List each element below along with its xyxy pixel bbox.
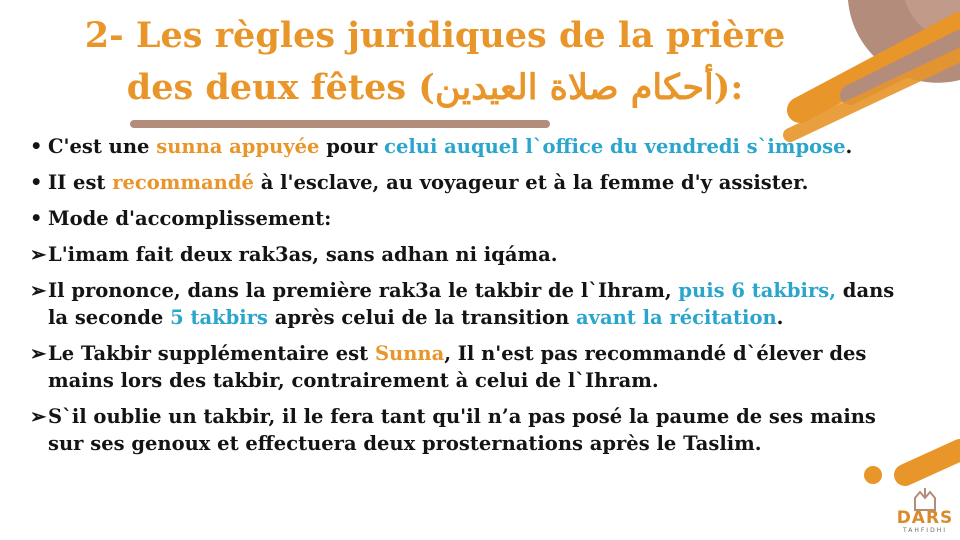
arrow-marker-icon: ➢ xyxy=(30,405,47,428)
title-line-2: des deux fêtes (أحكام صلاة العيدين): xyxy=(126,67,744,108)
title-line-1: 2- Les règles juridiques de la prière xyxy=(84,15,786,56)
bullet-list: • C'est une sunna appuyée pour celui auqu… xyxy=(30,133,910,466)
text-segment: Il prononce, dans la première rak3a le t… xyxy=(48,279,679,302)
bullet-marker: • xyxy=(30,171,43,194)
arrow-item: ➢ S`il oublie un takbir, il le fera tant… xyxy=(30,403,910,457)
text-segment: Le Takbir supplémentaire est xyxy=(48,342,375,365)
arrow-item: ➢ L'imam fait deux rak3as, sans adhan ni… xyxy=(30,241,910,268)
text-segment: avant la récitation xyxy=(576,306,777,329)
title-underline-bar xyxy=(130,120,550,128)
text-segment: puis 6 takbirs, xyxy=(678,279,837,302)
arrow-item: ➢ Le Takbir supplémentaire est Sunna, Il… xyxy=(30,340,910,394)
deco-bottom-stripe xyxy=(894,439,960,486)
text-segment: 5 takbirs xyxy=(170,306,268,329)
text-segment: II est xyxy=(48,171,113,194)
slide-title: 2- Les règles juridiques de la prière de… xyxy=(40,10,830,114)
text-segment: Mode d'accomplissement: xyxy=(48,207,332,230)
text-segment: C'est une xyxy=(48,135,157,158)
arrow-marker-icon: ➢ xyxy=(30,279,47,302)
bullet-item: • Mode d'accomplissement: xyxy=(30,205,910,232)
bullet-marker: • xyxy=(30,207,43,230)
arrow-item: ➢ Il prononce, dans la première rak3a le… xyxy=(30,277,910,331)
logo-tagline: TAHFIDHI xyxy=(903,527,947,534)
dars-logo: DARS TAHFIDHI xyxy=(893,482,957,538)
logo-name: DARS xyxy=(896,508,954,528)
text-segment: S`il oublie un takbir, il le fera tant q… xyxy=(48,405,876,455)
deco-orange-dot xyxy=(864,466,882,484)
text-segment: pour xyxy=(319,135,385,158)
arrow-marker-icon: ➢ xyxy=(30,243,47,266)
text-segment: . xyxy=(845,135,853,158)
bullet-marker: • xyxy=(30,135,43,158)
text-segment: après celui de la transition xyxy=(267,306,577,329)
text-segment: recommandé xyxy=(112,171,254,194)
text-segment: Sunna xyxy=(374,342,445,365)
text-segment: L'imam fait deux rak3as, sans adhan ni i… xyxy=(48,243,558,266)
bullet-item: • C'est une sunna appuyée pour celui auqu… xyxy=(30,133,910,160)
text-segment: à l'esclave, au voyageur et à la femme d… xyxy=(253,171,809,194)
slide: 2- Les règles juridiques de la prière de… xyxy=(0,0,960,540)
arrow-marker-icon: ➢ xyxy=(30,342,47,365)
text-segment: celui auquel l`office du vendredi s`impo… xyxy=(384,135,846,158)
bullet-item: • II est recommandé à l'esclave, au voyag… xyxy=(30,169,910,196)
text-segment: sunna appuyée xyxy=(156,135,320,158)
text-segment: . xyxy=(776,306,784,329)
